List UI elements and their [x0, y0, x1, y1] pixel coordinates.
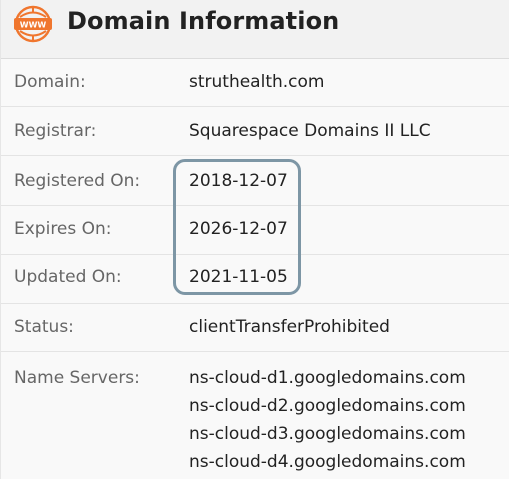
status-label: Status: — [14, 317, 74, 337]
updated-on-value: 2021-11-05 — [189, 267, 288, 287]
name-server-item: ns-cloud-d2.googledomains.com — [189, 396, 466, 416]
www-icon-text: WWW — [20, 21, 47, 30]
expires-on-label: Expires On: — [14, 219, 112, 239]
panel-header: WWW Domain Information — [1, 0, 509, 59]
name-server-item: ns-cloud-d1.googledomains.com — [189, 368, 466, 388]
row-registered-on: Registered On: 2018-12-07 — [1, 156, 509, 206]
name-servers-label: Name Servers: — [14, 368, 140, 388]
row-name-servers: Name Servers: ns-cloud-d1.googledomains.… — [1, 352, 509, 479]
name-server-item: ns-cloud-d3.googledomains.com — [189, 424, 466, 444]
registrar-value: Squarespace Domains II LLC — [189, 121, 431, 141]
row-updated-on: Updated On: 2021-11-05 — [1, 255, 509, 304]
registrar-label: Registrar: — [14, 121, 97, 141]
registered-on-value: 2018-12-07 — [189, 171, 288, 191]
updated-on-label: Updated On: — [14, 267, 122, 287]
row-domain: Domain: struthealth.com — [1, 59, 509, 107]
page-title: Domain Information — [67, 7, 340, 35]
row-registrar: Registrar: Squarespace Domains II LLC — [1, 107, 509, 156]
name-server-item: ns-cloud-d4.googledomains.com — [189, 452, 466, 472]
row-expires-on: Expires On: 2026-12-07 — [1, 206, 509, 255]
domain-info-panel: WWW Domain Information Domain: strutheal… — [0, 0, 509, 479]
status-value: clientTransferProhibited — [189, 317, 390, 337]
expires-on-value: 2026-12-07 — [189, 219, 288, 239]
row-status: Status: clientTransferProhibited — [1, 304, 509, 352]
registered-on-label: Registered On: — [14, 171, 141, 191]
domain-label: Domain: — [14, 72, 86, 92]
globe-www-icon: WWW — [14, 5, 52, 43]
domain-value: struthealth.com — [189, 72, 325, 92]
